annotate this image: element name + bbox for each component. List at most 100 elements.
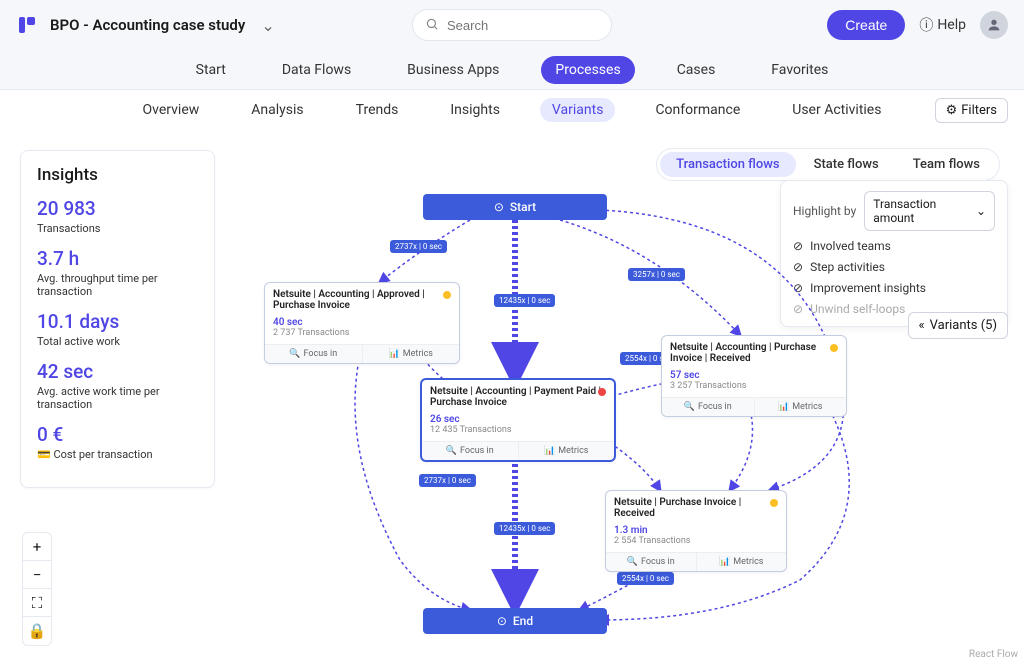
metrics-button[interactable]: 📊Metrics xyxy=(697,553,787,571)
metrics-button[interactable]: 📊Metrics xyxy=(363,345,460,363)
node-payment-paid[interactable]: Netsuite | Accounting | Payment Paid | P… xyxy=(420,378,616,462)
lock-button[interactable]: 🔒 xyxy=(23,617,51,645)
node-time: 40 sec xyxy=(265,317,459,328)
chart-icon: 📊 xyxy=(389,349,400,359)
node-title: Netsuite | Accounting | Payment Paid | P… xyxy=(422,380,614,414)
search-icon: 🔍 xyxy=(446,446,457,456)
nav-data-flows[interactable]: Data Flows xyxy=(268,56,365,84)
zoom-in-button[interactable]: + xyxy=(23,533,51,561)
app-logo xyxy=(16,14,38,36)
edge-label: 2737x | 0 sec xyxy=(419,474,476,487)
insights-panel: Insights 20 983Transactions 3.7 hAvg. th… xyxy=(20,150,215,488)
highlight-select[interactable]: Transaction amount ⌄ xyxy=(864,191,995,231)
filters-label: Filters xyxy=(961,103,997,118)
eye-off-icon: ⊘ xyxy=(793,239,803,253)
main-nav: Start Data Flows Business Apps Processes… xyxy=(0,50,1024,90)
tab-analysis[interactable]: Analysis xyxy=(239,98,315,122)
chevron-down-icon: ⌄ xyxy=(976,204,986,218)
flow-tabs: Transaction flows State flows Team flows xyxy=(656,148,1000,181)
zoom-controls: + − ⛶ 🔒 xyxy=(22,532,52,646)
chart-icon: 📊 xyxy=(719,557,730,567)
toggle-label: Improvement insights xyxy=(810,281,926,295)
tab-insights[interactable]: Insights xyxy=(438,98,512,122)
node-title: Netsuite | Purchase Invoice | Received xyxy=(606,491,786,525)
help-label: Help xyxy=(937,17,966,33)
sub-nav: Overview Analysis Trends Insights Varian… xyxy=(0,90,1024,130)
edge-label: 12435x | 0 sec xyxy=(494,522,555,535)
help-button[interactable]: ⓘ Help xyxy=(919,15,966,35)
tab-team-flows[interactable]: Team flows xyxy=(897,152,996,177)
metric-label: Total active work xyxy=(37,335,198,348)
toggle-step-activities[interactable]: ⊘ Step activities xyxy=(793,260,995,274)
metric-value: 20 983 xyxy=(37,197,198,220)
tab-conformance[interactable]: Conformance xyxy=(643,98,752,122)
metric-label: Avg. active work time per transaction xyxy=(37,385,198,411)
search-icon: 🔍 xyxy=(289,349,300,359)
nav-favorites[interactable]: Favorites xyxy=(757,56,842,84)
toggle-involved-teams[interactable]: ⊘Involved teams xyxy=(793,239,995,253)
flow-canvas[interactable]: Insights 20 983Transactions 3.7 hAvg. th… xyxy=(0,130,1024,664)
zoom-out-button[interactable]: − xyxy=(23,561,51,589)
status-dot xyxy=(598,388,606,396)
nav-start[interactable]: Start xyxy=(182,56,240,84)
attribution: React Flow xyxy=(969,649,1018,660)
edge-label: 12435x | 0 sec xyxy=(494,294,555,307)
create-button[interactable]: Create xyxy=(827,10,905,40)
eye-off-icon: ⊘ xyxy=(793,260,803,274)
chevron-down-icon[interactable]: ⌄ xyxy=(261,16,274,35)
eye-off-icon: ⊘ xyxy=(793,281,803,295)
metric-value: 0 € xyxy=(37,423,198,446)
toggle-label: Unwind self-loops xyxy=(810,302,905,316)
node-received-2[interactable]: Netsuite | Purchase Invoice | Received 1… xyxy=(605,490,787,572)
node-label: End xyxy=(513,614,533,628)
tab-user-activities[interactable]: User Activities xyxy=(780,98,893,122)
status-dot xyxy=(830,344,838,352)
focus-button[interactable]: 🔍Focus in xyxy=(422,442,519,460)
node-end[interactable]: ⊙ End xyxy=(423,608,607,634)
node-received-1[interactable]: Netsuite | Accounting | Purchase Invoice… xyxy=(661,335,847,417)
tab-state-flows[interactable]: State flows xyxy=(798,152,895,177)
node-time: 1.3 min xyxy=(606,525,786,536)
node-title: Netsuite | Accounting | Purchase Invoice… xyxy=(662,336,846,370)
metric-label: Transactions xyxy=(37,222,198,235)
variants-label: Variants (5) xyxy=(930,318,997,333)
focus-button[interactable]: 🔍Focus in xyxy=(606,553,697,571)
highlight-selected: Transaction amount xyxy=(873,197,976,225)
pause-icon: ⊙ xyxy=(497,614,507,628)
tab-variants[interactable]: Variants xyxy=(540,98,616,122)
search-icon xyxy=(425,16,439,35)
metric-value: 42 sec xyxy=(37,360,198,383)
app-title[interactable]: BPO - Accounting case study xyxy=(50,16,245,34)
focus-button[interactable]: 🔍Focus in xyxy=(662,398,755,416)
chart-icon: 📊 xyxy=(778,402,789,412)
nav-processes[interactable]: Processes xyxy=(541,56,634,84)
search-input[interactable] xyxy=(447,18,599,33)
search-container xyxy=(412,9,612,41)
edge-label: 2737x | 0 sec xyxy=(390,240,447,253)
focus-button[interactable]: 🔍Focus in xyxy=(265,345,363,363)
node-start[interactable]: ⊙ Start xyxy=(423,194,607,220)
filter-icon: ⚙ xyxy=(946,103,958,118)
node-label: Start xyxy=(510,200,536,214)
avatar[interactable] xyxy=(980,11,1008,39)
fit-view-button[interactable]: ⛶ xyxy=(23,589,51,617)
metrics-button[interactable]: 📊Metrics xyxy=(519,442,615,460)
toggle-improvement[interactable]: ⊘ Improvement insights xyxy=(793,281,995,295)
tab-trends[interactable]: Trends xyxy=(344,98,411,122)
nav-cases[interactable]: Cases xyxy=(663,56,730,84)
status-dot xyxy=(443,291,451,299)
node-approved[interactable]: Netsuite | Accounting | Approved | Purch… xyxy=(264,282,460,364)
node-time: 57 sec xyxy=(662,370,846,381)
tab-transaction-flows[interactable]: Transaction flows xyxy=(660,152,795,177)
edge-label: 2554x | 0 sec xyxy=(617,572,674,585)
metric-value: 10.1 days xyxy=(37,310,198,333)
insights-title: Insights xyxy=(37,165,198,185)
variants-button[interactable]: « Variants (5) xyxy=(908,312,1008,339)
tab-overview[interactable]: Overview xyxy=(131,98,212,122)
nav-business-apps[interactable]: Business Apps xyxy=(393,56,513,84)
node-time: 26 sec xyxy=(422,414,614,425)
metrics-button[interactable]: 📊Metrics xyxy=(755,398,847,416)
toggle-label: Step activities xyxy=(810,260,885,274)
edge-label: 3257x | 0 sec xyxy=(628,268,685,281)
filters-button[interactable]: ⚙ Filters xyxy=(935,98,1008,123)
